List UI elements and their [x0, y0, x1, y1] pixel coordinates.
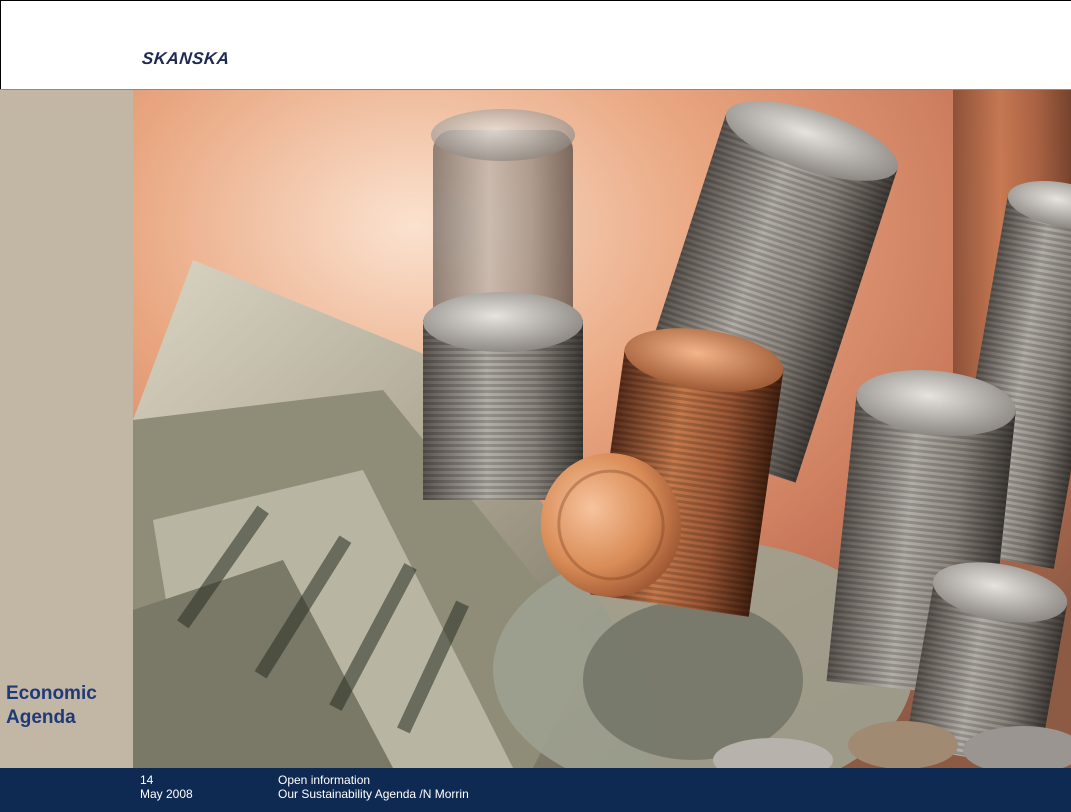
- section-title: Economic Agenda: [6, 682, 97, 730]
- slide: SKANSKA Economic Agenda 14 May 2008 Open…: [0, 0, 1071, 812]
- footer-center: Open information Our Sustainability Agen…: [278, 773, 469, 801]
- footer-bar: 14 May 2008 Open information Our Sustain…: [0, 768, 1071, 812]
- footer-date: May 2008: [140, 787, 193, 801]
- top-border: [0, 0, 1071, 1]
- presentation-title: Our Sustainability Agenda /N Morrin: [278, 787, 469, 801]
- classification-label: Open information: [278, 773, 371, 787]
- footer-left: 14 May 2008: [140, 773, 193, 801]
- page-number: 14: [140, 773, 154, 787]
- coins-and-money-photo: [133, 90, 1071, 768]
- section-title-line-2: Agenda: [6, 707, 76, 728]
- skanska-logo: SKANSKA: [141, 49, 231, 68]
- section-title-line-1: Economic: [6, 683, 97, 704]
- sidebar: Economic Agenda: [0, 90, 133, 768]
